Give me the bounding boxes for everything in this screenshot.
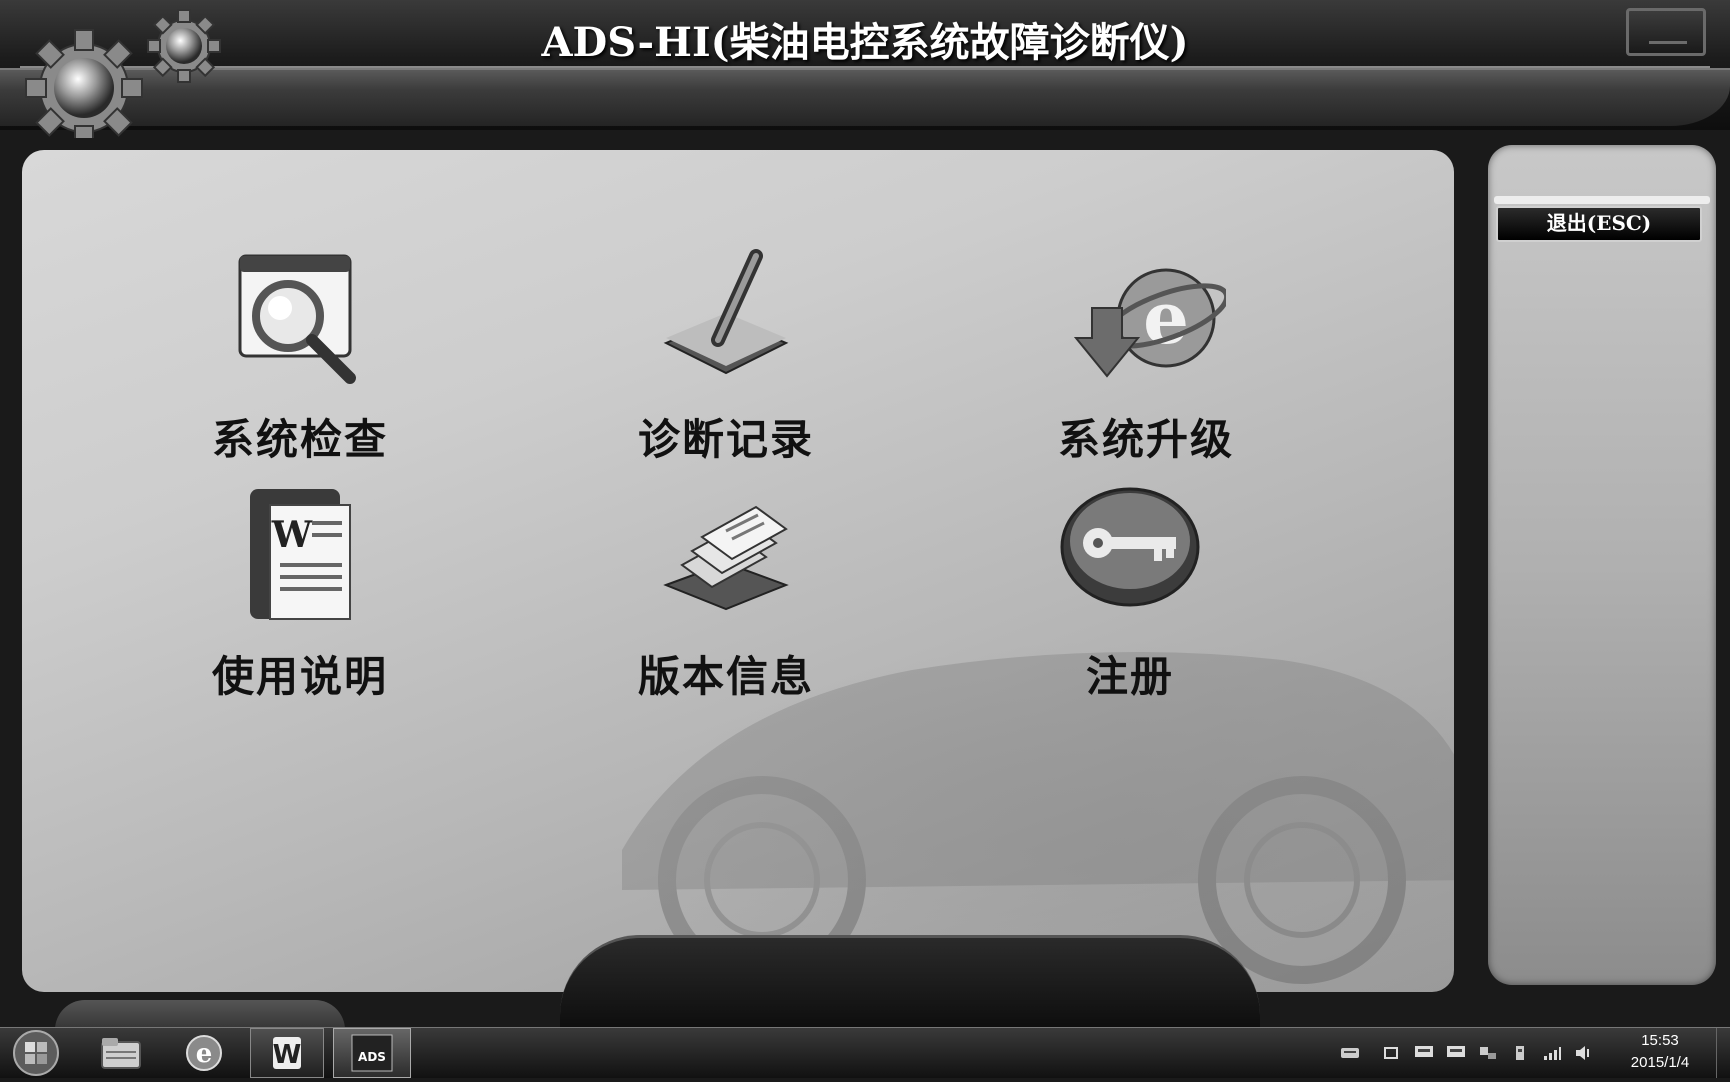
signal-icon[interactable] <box>1542 1045 1562 1061</box>
clock-date: 2015/1/4 <box>1630 1054 1690 1071</box>
network-icon[interactable] <box>1478 1045 1498 1061</box>
pen-document-icon <box>663 249 789 375</box>
word-document-icon: W <box>250 489 351 620</box>
taskbar: e W ADS 15:53 2015/1/4 <box>0 1027 1730 1078</box>
window-title: ADS-HI(柴油电控系统故障诊断仪) <box>541 19 1189 66</box>
exit-button[interactable]: 退出(ESC) <box>1496 206 1702 242</box>
start-button[interactable] <box>8 1028 64 1078</box>
ads-app-icon[interactable]: ADS <box>333 1028 411 1078</box>
menu-item-system-upgrade[interactable]: e 系统升级 <box>1016 248 1276 464</box>
menu-item-label: 版本信息 <box>637 652 814 701</box>
stacked-papers-icon <box>663 505 789 611</box>
keyboard-icon[interactable] <box>1340 1045 1360 1061</box>
title-bar: ADS-HI(柴油电控系统故障诊断仪) <box>0 0 1730 138</box>
title-ridge <box>0 68 1730 126</box>
menu-item-version-info[interactable]: 版本信息 <box>596 485 856 701</box>
bottom-notch <box>560 935 1260 1028</box>
svg-text:W: W <box>273 1040 302 1070</box>
svg-text:e: e <box>196 1039 213 1069</box>
gears-logo-icon <box>25 9 221 138</box>
menu-item-diagnosis-records[interactable]: 诊断记录 <box>596 248 856 464</box>
w-app-icon[interactable]: W <box>250 1028 324 1078</box>
magnifier-window-icon <box>238 254 356 384</box>
minimize-icon <box>1649 41 1687 44</box>
internet-explorer-icon[interactable]: e <box>176 1028 232 1078</box>
ads-app-label: ADS <box>358 1050 386 1064</box>
svg-text:W: W <box>271 514 313 556</box>
power-icon[interactable] <box>1510 1045 1530 1061</box>
menu-item-label: 系统升级 <box>1057 415 1234 464</box>
clock-time: 15:53 <box>1641 1032 1679 1049</box>
show-desktop-button[interactable] <box>1716 1028 1730 1078</box>
side-panel-strip <box>1494 196 1710 204</box>
key-icon <box>1060 487 1200 607</box>
file-explorer-icon[interactable] <box>92 1028 148 1078</box>
minimize-button[interactable] <box>1626 8 1706 56</box>
ie-download-icon: e <box>1073 268 1226 378</box>
menu-item-label: 注册 <box>1085 652 1174 701</box>
menu-item-system-check[interactable]: 系统检查 <box>170 248 430 464</box>
side-panel <box>1488 145 1716 985</box>
volume-icon[interactable] <box>1574 1045 1594 1061</box>
menu-item-register[interactable]: 注册 <box>1000 485 1260 701</box>
menu-item-label: 系统检查 <box>211 415 388 464</box>
system-clock[interactable]: 15:53 2015/1/4 <box>1610 1030 1710 1074</box>
menu-item-label: 诊断记录 <box>637 415 814 464</box>
menu-item-user-manual[interactable]: W 使用说明 <box>170 485 430 701</box>
menu-item-label: 使用说明 <box>211 652 388 701</box>
monitor-icon[interactable] <box>1446 1045 1466 1061</box>
windows-logo-icon <box>13 1030 59 1076</box>
usb-icon[interactable] <box>1382 1045 1402 1061</box>
display-icon[interactable] <box>1414 1045 1434 1061</box>
